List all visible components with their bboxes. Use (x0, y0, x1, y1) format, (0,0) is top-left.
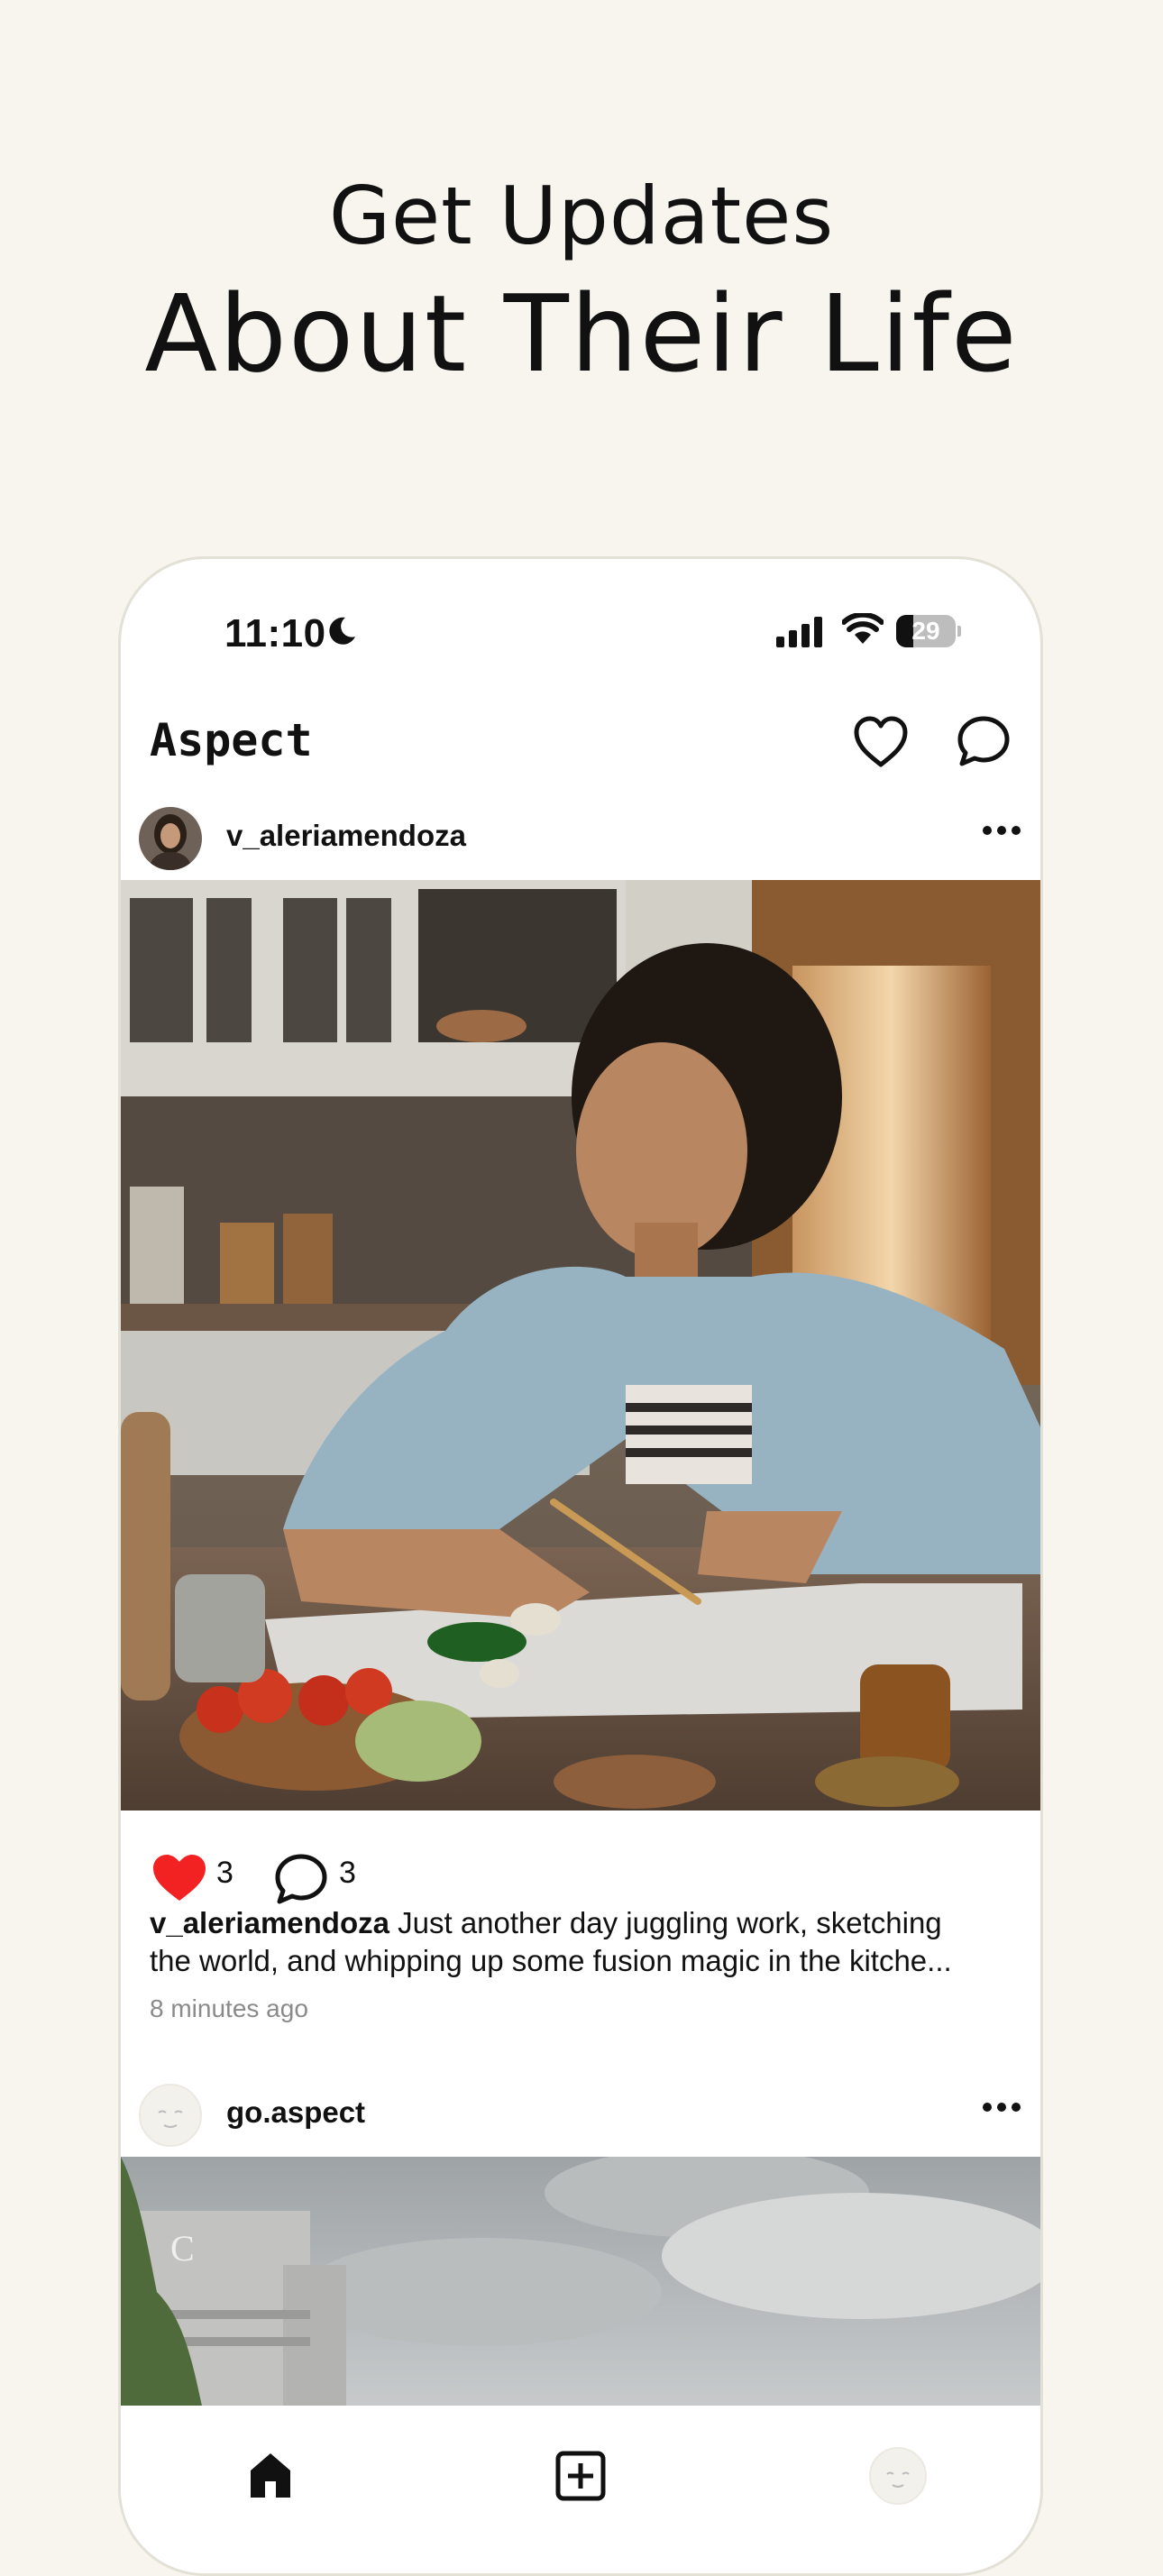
add-post-icon[interactable] (555, 2451, 606, 2501)
post-header: v_aleriamendoza (121, 793, 1040, 884)
wifi-icon (842, 613, 884, 644)
battery-icon: 29 (896, 615, 961, 647)
cellular-signal-icon (776, 617, 822, 647)
svg-text:C: C (170, 2228, 195, 2269)
comment-count: 3 (339, 1856, 356, 1890)
heart-icon[interactable] (851, 714, 911, 770)
profile-avatar[interactable] (869, 2447, 927, 2505)
app-title: Aspect (150, 714, 313, 766)
hero-line-1: Get Updates (328, 170, 835, 262)
hero-headline: Get Updates About Their Life (0, 167, 1163, 401)
app-header: Aspect (121, 694, 1040, 793)
avatar[interactable] (139, 2084, 202, 2147)
battery-percent: 29 (911, 617, 940, 645)
post-timestamp: 8 minutes ago (150, 1994, 308, 2022)
post-photo[interactable] (121, 880, 1040, 1811)
comment-icon[interactable] (272, 1852, 330, 1908)
post-header: go.aspect (121, 2070, 1040, 2160)
home-icon[interactable] (247, 2451, 294, 2499)
like-count: 3 (216, 1856, 234, 1890)
tab-bar (121, 2406, 1040, 2573)
caption-text-line2: the world, and whipping up some fusion m… (150, 1944, 952, 1977)
caption-username[interactable]: v_aleriamendoza (150, 1906, 389, 1939)
moon-icon (329, 617, 355, 645)
chat-bubble-icon[interactable] (955, 714, 1012, 770)
avatar[interactable] (139, 807, 202, 870)
more-options-icon[interactable] (982, 2101, 1021, 2113)
post-caption[interactable]: v_aleriamendoza Just another day jugglin… (150, 1904, 1015, 1980)
status-time: 11:10 (224, 611, 326, 655)
post-username[interactable]: go.aspect (226, 2095, 365, 2130)
heart-filled-icon[interactable] (150, 1852, 209, 1904)
status-bar: 11:10 29 (121, 595, 1040, 676)
phone-frame: 11:10 29 Aspect v_aleriamendoza 3 3 v_al… (118, 556, 1043, 2576)
more-options-icon[interactable] (982, 824, 1021, 837)
caption-text-line1: Just another day juggling work, sketchin… (398, 1906, 942, 1939)
post-photo[interactable]: C (121, 2157, 1040, 2406)
hero-line-2: About Their Life (144, 271, 1019, 396)
post-username[interactable]: v_aleriamendoza (226, 819, 466, 853)
